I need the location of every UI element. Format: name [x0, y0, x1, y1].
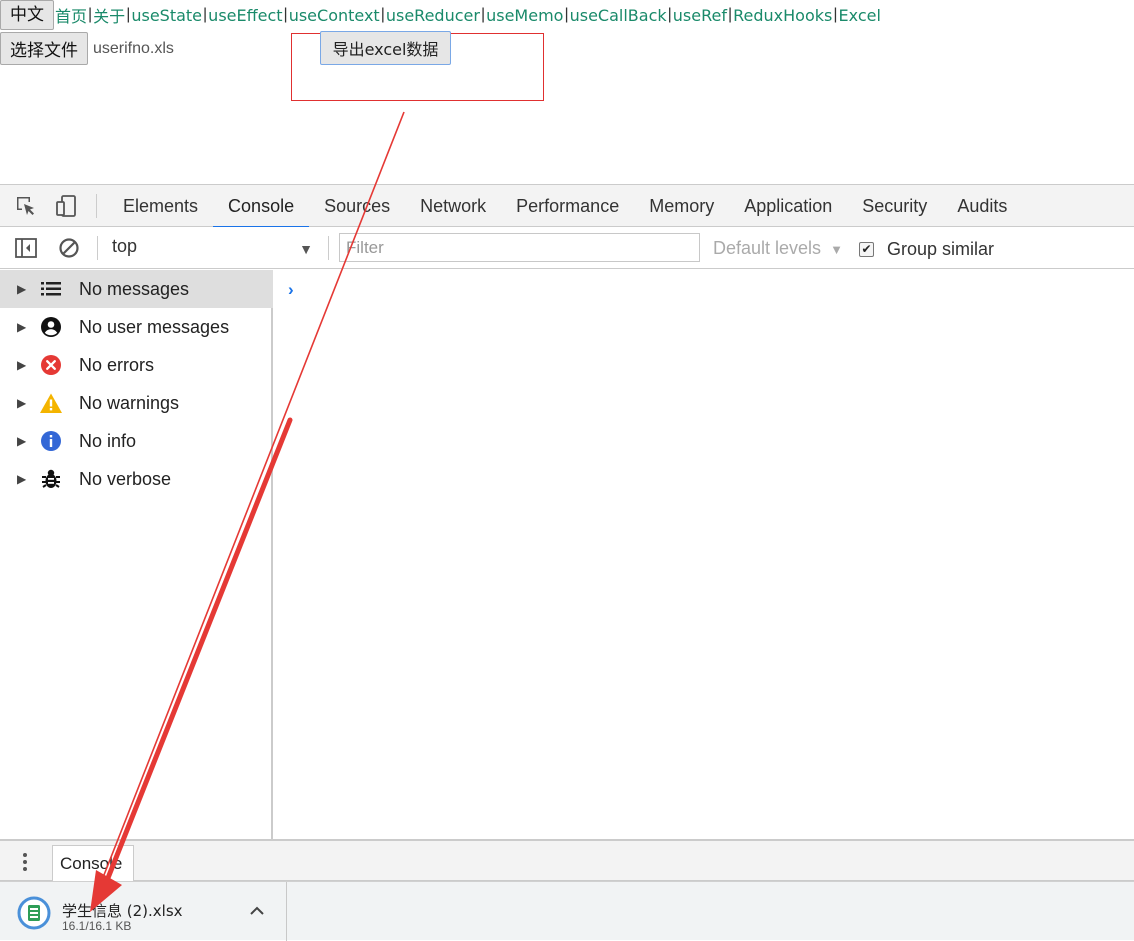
file-upload-row: 选择文件 userifno.xls — [0, 32, 174, 65]
warning-icon — [39, 391, 63, 415]
tab-application[interactable]: Application — [729, 185, 847, 227]
devtools-panel: Elements Console Sources Network Perform… — [0, 184, 1134, 883]
expand-triangle-icon[interactable]: ▶ — [17, 396, 27, 410]
sidebar-toggle-icon[interactable] — [14, 236, 38, 260]
sidebar-item-label: No messages — [79, 278, 190, 299]
download-shelf: 学生信息 (2).xlsx 16.1/16.1 KB — [0, 881, 1134, 941]
download-item[interactable]: 学生信息 (2).xlsx 16.1/16.1 KB — [15, 882, 287, 941]
nav-link-reduxhooks[interactable]: ReduxHooks — [733, 6, 832, 25]
drawer-tab-console[interactable]: Console — [52, 845, 134, 883]
top-nav: 中文 首页 | 关于 | useState | useEffect | useConte… — [0, 0, 881, 30]
console-filter-input[interactable] — [339, 233, 700, 262]
sidebar-item-info[interactable]: ▶ No info — [0, 422, 273, 460]
sidebar-item-errors[interactable]: ▶ No errors — [0, 346, 273, 384]
sidebar-item-label: No errors — [79, 354, 155, 375]
toolbar-divider — [328, 236, 329, 260]
nav-link-usereducer[interactable]: useReducer — [386, 6, 480, 25]
tab-network[interactable]: Network — [405, 185, 501, 227]
chosen-file-name: userifno.xls — [93, 39, 174, 57]
sidebar-item-label: No warnings — [79, 392, 180, 413]
sidebar-item-label: No verbose — [79, 468, 172, 489]
chevron-up-icon[interactable] — [248, 904, 266, 918]
list-icon — [39, 277, 63, 301]
nav-link-usecontext[interactable]: useContext — [289, 6, 380, 25]
error-icon — [39, 353, 63, 377]
inspect-element-icon[interactable] — [14, 194, 38, 218]
toolbar-divider — [97, 236, 98, 260]
console-sidebar: ▶ No messages ▶ No user messages ▶ No er… — [0, 270, 273, 839]
dropdown-arrow-icon: ▼ — [299, 241, 313, 257]
nav-link-home[interactable]: 首页 — [55, 3, 87, 27]
user-icon — [39, 315, 63, 339]
nav-link-useeffect[interactable]: useEffect — [208, 6, 282, 25]
group-similar-checkbox[interactable]: ✔ Group similar — [859, 236, 994, 262]
tab-console[interactable]: Console — [213, 185, 310, 228]
log-levels-dropdown[interactable]: Default levels ▼ — [713, 235, 843, 263]
console-output-area[interactable]: › — [275, 270, 1134, 839]
console-prompt-chevron-icon: › — [288, 280, 294, 299]
device-toolbar-icon[interactable] — [55, 194, 79, 218]
devtools-tabbar: Elements Console Sources Network Perform… — [0, 184, 1134, 228]
sidebar-item-label: No user messages — [79, 316, 230, 337]
nav-link-usecallback[interactable]: useCallBack — [570, 6, 667, 25]
context-selector[interactable]: top ▼ — [112, 236, 317, 262]
sidebar-item-warnings[interactable]: ▶ No warnings — [0, 384, 273, 422]
sidebar-item-messages[interactable]: ▶ No messages — [0, 270, 273, 308]
tab-memory[interactable]: Memory — [634, 185, 729, 227]
expand-triangle-icon[interactable]: ▶ — [17, 358, 27, 372]
info-icon — [39, 429, 63, 453]
expand-triangle-icon[interactable]: ▶ — [17, 320, 27, 334]
expand-triangle-icon[interactable]: ▶ — [17, 434, 27, 448]
tab-performance[interactable]: Performance — [501, 185, 634, 227]
devtools-drawer-bar: Console — [0, 839, 1134, 883]
nav-link-about[interactable]: 关于 — [93, 3, 125, 27]
download-size: 16.1/16.1 KB — [62, 919, 132, 933]
tab-audits[interactable]: Audits — [942, 185, 1022, 227]
download-file-name: 学生信息 (2).xlsx — [62, 902, 183, 920]
choose-file-button[interactable]: 选择文件 — [0, 32, 88, 65]
bug-icon — [39, 467, 63, 491]
checkbox-checked-icon[interactable]: ✔ — [859, 241, 874, 257]
nav-link-excel[interactable]: Excel — [839, 6, 881, 25]
expand-triangle-icon[interactable]: ▶ — [17, 472, 27, 486]
group-similar-label: Group similar — [887, 239, 995, 259]
nav-links: 首页 | 关于 | useState | useEffect | useContext |… — [54, 3, 881, 27]
log-levels-label: Default levels — [713, 238, 822, 258]
dropdown-arrow-icon: ▼ — [830, 242, 843, 257]
more-options-icon[interactable] — [17, 849, 33, 875]
clear-console-icon[interactable] — [57, 236, 81, 260]
nav-link-usestate[interactable]: useState — [131, 6, 202, 25]
language-button[interactable]: 中文 — [0, 0, 54, 30]
tab-elements[interactable]: Elements — [108, 185, 213, 227]
tab-sources[interactable]: Sources — [309, 185, 405, 227]
context-value: top — [112, 236, 138, 256]
sidebar-item-label: No info — [79, 430, 137, 451]
console-toolbar: top ▼ Default levels ▼ ✔ Group similar — [0, 227, 1134, 269]
nav-link-useref[interactable]: useRef — [673, 6, 727, 25]
tab-security[interactable]: Security — [847, 185, 942, 227]
sidebar-item-user-messages[interactable]: ▶ No user messages — [0, 308, 273, 346]
toolbar-divider — [96, 194, 97, 218]
export-excel-button[interactable]: 导出excel数据 — [320, 31, 451, 65]
sidebar-item-verbose[interactable]: ▶ No verbose — [0, 460, 273, 498]
expand-triangle-icon[interactable]: ▶ — [17, 282, 27, 296]
nav-link-usememo[interactable]: useMemo — [486, 6, 563, 25]
devtools-tabs: Elements Console Sources Network Perform… — [108, 185, 1022, 228]
xlsx-file-icon — [17, 896, 51, 930]
